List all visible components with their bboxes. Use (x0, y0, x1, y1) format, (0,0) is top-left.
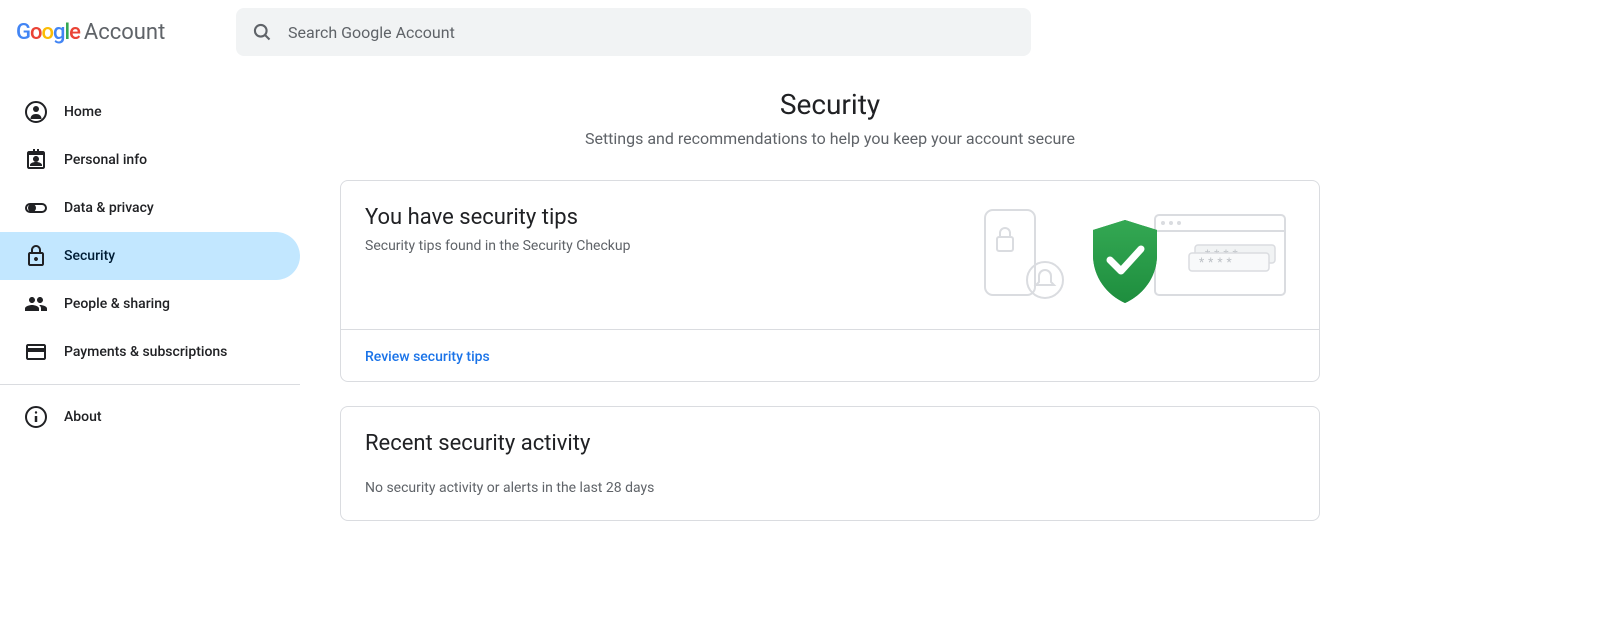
google-logo: Google (16, 20, 80, 45)
sidebar-item-label: Home (64, 104, 102, 120)
search-input[interactable] (288, 23, 1015, 42)
search-container[interactable] (236, 8, 1031, 56)
payments-icon (24, 340, 48, 364)
logo-product: Account (84, 20, 165, 45)
activity-card-description: No security activity or alerts in the la… (365, 480, 1295, 496)
activity-card-title: Recent security activity (365, 431, 1295, 456)
search-icon (252, 22, 272, 42)
sidebar-item-people-sharing[interactable]: People & sharing (0, 280, 300, 328)
sidebar: Home Personal info Data & privacy (0, 64, 300, 569)
review-security-tips-link[interactable]: Review security tips (365, 349, 490, 365)
page-title: Security (340, 88, 1320, 121)
home-icon (24, 100, 48, 124)
recent-activity-card: Recent security activity No security act… (340, 406, 1320, 521)
sidebar-divider (0, 384, 300, 385)
page-subtitle: Settings and recommendations to help you… (340, 129, 1320, 148)
header: Google Account (0, 0, 1600, 64)
sidebar-item-label: About (64, 409, 102, 425)
sidebar-item-about[interactable]: About (0, 393, 300, 441)
main-content: Security Settings and recommendations to… (300, 64, 1360, 569)
sidebar-item-security[interactable]: Security (0, 232, 300, 280)
security-icon (24, 244, 48, 268)
sidebar-item-label: People & sharing (64, 296, 170, 312)
people-sharing-icon (24, 292, 48, 316)
personal-info-icon (24, 148, 48, 172)
sidebar-item-label: Payments & subscriptions (64, 344, 227, 360)
tips-card-description: Security tips found in the Security Chec… (365, 238, 630, 254)
sidebar-item-label: Personal info (64, 152, 147, 168)
sidebar-item-label: Data & privacy (64, 200, 154, 216)
tips-card-title: You have security tips (365, 205, 630, 230)
svg-text:****: **** (1199, 255, 1236, 269)
security-tips-card: You have security tips Security tips fou… (340, 180, 1320, 382)
security-illustration: **** **** (975, 205, 1295, 305)
data-privacy-icon (24, 196, 48, 220)
sidebar-item-payments[interactable]: Payments & subscriptions (0, 328, 300, 376)
logo[interactable]: Google Account (16, 20, 236, 45)
info-icon (24, 405, 48, 429)
sidebar-item-label: Security (64, 248, 115, 264)
sidebar-item-data-privacy[interactable]: Data & privacy (0, 184, 300, 232)
sidebar-item-home[interactable]: Home (0, 88, 300, 136)
sidebar-item-personal-info[interactable]: Personal info (0, 136, 300, 184)
